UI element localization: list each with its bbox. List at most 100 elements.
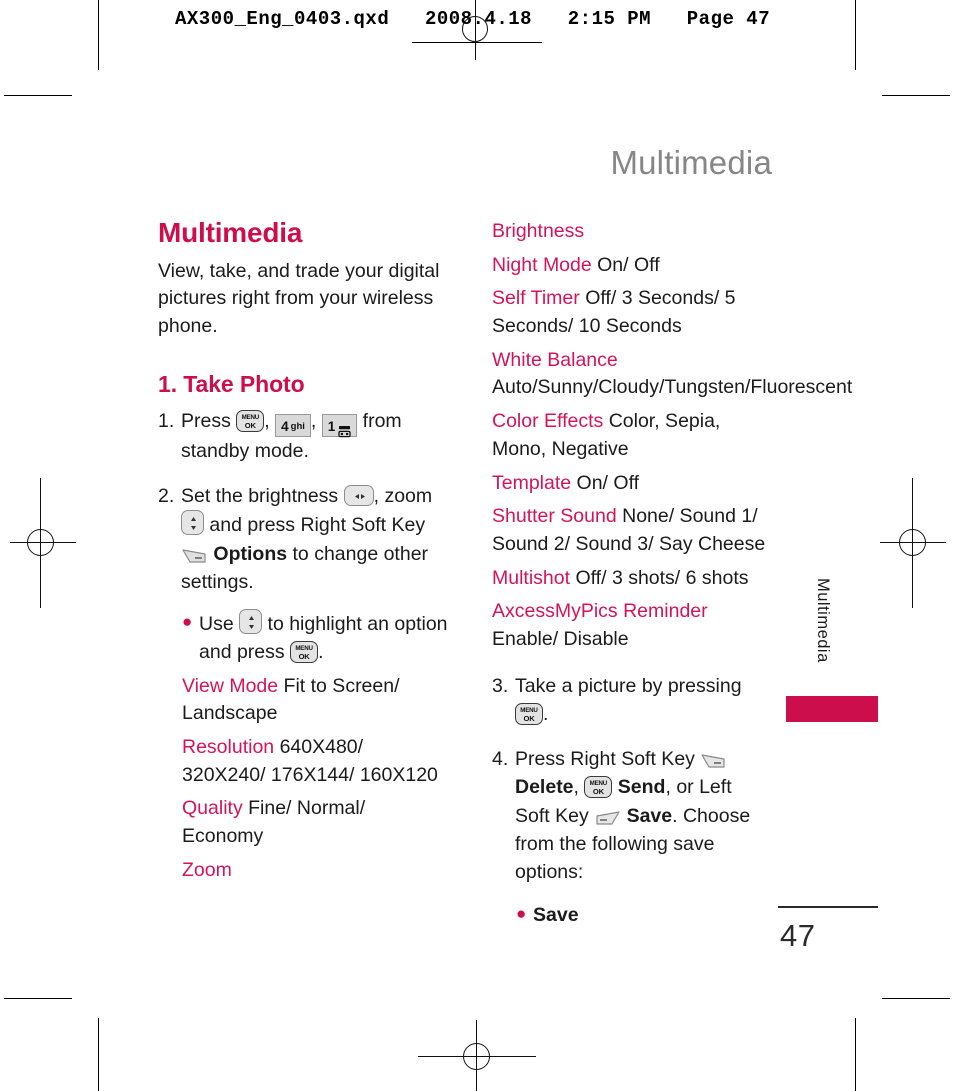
bullet-dot-icon: ● <box>182 611 193 631</box>
setting-term: Zoom <box>182 858 232 881</box>
registration-mark-left <box>10 478 80 608</box>
setting-term: Self Timer <box>492 287 580 310</box>
bullet-text-mid: to highlight an <box>267 612 389 635</box>
step-1-body: Press MENU OK, 4 ghi, 1 from standby mode. <box>181 407 448 465</box>
setting-term: AxcessMyPics Reminder <box>492 600 708 623</box>
right-soft-key-icon <box>181 547 208 565</box>
step-2-part-5: to change other <box>292 542 429 565</box>
setting-row: Quality Fine/ Normal/ Economy <box>182 795 448 850</box>
setting-row: Template On/ Off <box>492 470 767 498</box>
step-1-number: 1. <box>158 410 175 433</box>
setting-value: Auto/Sunny/Cloudy/Tungsten/Fluorescent <box>492 376 853 399</box>
crop-tick-bottom-left <box>4 998 72 999</box>
step-1-text-line2: standby mode. <box>181 440 309 463</box>
bullet-save-label: Save <box>533 903 579 926</box>
step-2-number: 2. <box>158 484 175 507</box>
setting-term: Template <box>492 471 572 494</box>
step-3-text: Take a picture by pressing <box>515 674 742 697</box>
setting-term: Color Effects <box>492 410 604 433</box>
crop-rule-right-vertical-top <box>855 0 856 70</box>
bullet-period: . <box>318 641 324 664</box>
step-1-comma-2: , <box>310 410 317 433</box>
bullet-use-highlight: ● Use to highlight an option and press M… <box>182 608 448 667</box>
step-3-period: . <box>543 703 549 726</box>
setting-term: Shutter Sound <box>492 505 617 528</box>
step-2-part-3: and press Right Soft Key <box>209 514 426 537</box>
bullet-dot-icon: ● <box>516 903 527 923</box>
step-2-part-1: Set the brightness <box>181 484 339 507</box>
bullet-use-highlight-text: Use to highlight an option and press MEN… <box>199 608 448 667</box>
page-title: Multimedia <box>158 217 303 248</box>
setting-row: Resolution 640X480/ 320X240/ 176X144/ 16… <box>182 734 448 789</box>
folio-rule <box>778 906 878 908</box>
setting-row: Multishot Off/ 3 shots/ 6 shots <box>492 565 767 593</box>
step-4-send-label: Send <box>617 776 666 799</box>
setting-row: White Balance Auto/Sunny/Cloudy/Tungsten… <box>492 347 852 402</box>
left-column: Multimedia View, take, and trade your di… <box>158 217 448 890</box>
menu-ok-key-icon: MENU OK <box>236 410 265 433</box>
menu-ok-key-icon: MENU OK <box>290 641 319 664</box>
setting-row: Zoom <box>182 857 448 885</box>
up-down-nav-key-icon <box>239 608 263 634</box>
step-4: 4. Press Right Soft Key Delete, MENU OK S… <box>492 745 767 887</box>
right-column: Brightness Night Mode On/ Off Self Timer… <box>492 218 852 935</box>
bullet-save-option: ● Save <box>516 901 767 929</box>
step-4-comma-1: , <box>573 776 579 799</box>
setting-row: Night Mode On/ Off <box>492 252 767 280</box>
crop-rule-right-vertical-bottom <box>855 1018 856 1091</box>
step-4-period: . <box>672 804 678 827</box>
step-4-body: Press Right Soft Key Delete, MENU OK Send… <box>515 745 767 887</box>
step-4-part-1: Press Right Soft Key <box>515 747 695 770</box>
settings-list-left: View Mode Fit to Screen/ Landscape Resol… <box>182 673 448 885</box>
step-2-body: Set the brightness , zoom and press Righ… <box>181 482 448 597</box>
setting-value: Enable/ Disable <box>492 627 629 650</box>
settings-list-right: Brightness Night Mode On/ Off Self Timer… <box>492 218 852 654</box>
page-number: 47 <box>780 918 816 953</box>
step-1-text-before: Press <box>181 410 231 433</box>
intro-paragraph: View, take, and trade your digital pictu… <box>158 259 440 338</box>
key-1-voicemail-icon: 1 <box>321 414 358 438</box>
setting-term: White Balance <box>492 348 618 371</box>
crop-tick-top-left <box>4 95 72 96</box>
bullet-text-before: Use <box>199 612 234 635</box>
left-soft-key-icon <box>594 809 621 827</box>
left-right-nav-key-icon <box>343 484 374 506</box>
setting-row: Color Effects Color, Sepia, Mono, Negati… <box>492 408 767 463</box>
step-3-number: 3. <box>492 674 509 697</box>
setting-row: Shutter Sound None/ Sound 1/ Sound 2/ So… <box>492 503 767 558</box>
crop-rule-left-vertical <box>98 0 99 70</box>
step-1-text-after: from <box>362 410 402 433</box>
setting-term: View Mode <box>182 674 279 697</box>
step-2: 2. Set the brightness , zoom and press R… <box>158 482 448 597</box>
side-tab-label: Multimedia <box>814 578 832 663</box>
up-down-nav-key-icon <box>181 510 204 536</box>
step-4-comma-2: , <box>665 776 671 799</box>
setting-value: Off/ 3 shots/ 6 shots <box>575 566 749 589</box>
setting-term: Quality <box>182 797 243 820</box>
step-4-delete-label: Delete <box>515 776 574 799</box>
crop-tick-bottom-right <box>882 998 950 999</box>
menu-ok-key-icon: MENU OK <box>584 776 613 799</box>
step-4-save-label: Save <box>626 804 673 827</box>
running-head-title: Multimedia <box>610 144 772 181</box>
setting-term: Multishot <box>492 566 571 589</box>
step-3-body: Take a picture by pressing MENU OK. <box>515 672 767 729</box>
step-2-part-2: , zoom <box>373 484 433 507</box>
setting-term: Resolution <box>182 735 275 758</box>
proof-slug-header: AX300_Eng_0403.qxd 2008.4.18 2:15 PM Pag… <box>175 8 771 30</box>
setting-term: Night Mode <box>492 253 592 276</box>
step-2-options-label: Options <box>213 542 288 565</box>
registration-mark-right <box>876 478 946 608</box>
step-2-part-6: settings. <box>181 571 254 594</box>
setting-row: Self Timer Off/ 3 Seconds/ 5 Seconds/ 10… <box>492 285 767 340</box>
menu-ok-key-icon: MENU OK <box>515 703 543 726</box>
setting-value: On/ Off <box>576 471 640 494</box>
right-soft-key-icon <box>700 752 727 770</box>
setting-row: Brightness <box>492 218 767 246</box>
setting-term: Brightness <box>492 220 585 242</box>
crop-rule-left-vertical-bottom <box>98 1018 99 1091</box>
step-1-comma-1: , <box>264 410 270 433</box>
side-tab-marker <box>786 696 878 722</box>
setting-row: AxcessMyPics Reminder Enable/ Disable <box>492 598 767 653</box>
registration-mark-bottom <box>418 1020 538 1091</box>
